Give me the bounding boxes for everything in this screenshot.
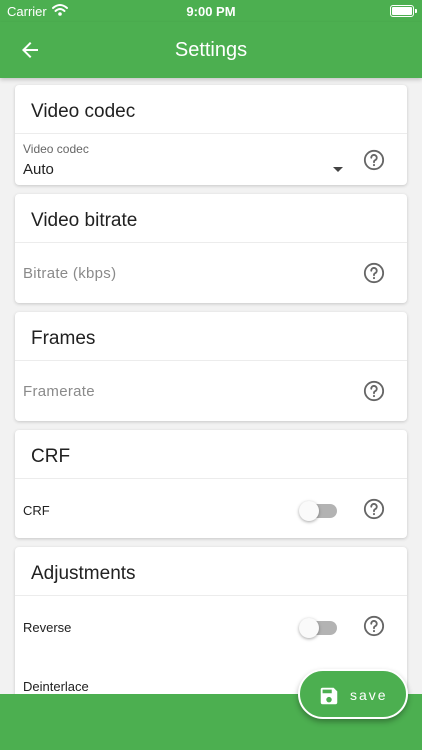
reverse-toggle[interactable] bbox=[299, 617, 337, 638]
framerate-input[interactable]: Framerate bbox=[23, 383, 95, 400]
help-circle-icon[interactable] bbox=[363, 380, 385, 402]
video-codec-value: Auto bbox=[23, 161, 54, 178]
help-circle-icon[interactable] bbox=[363, 615, 385, 637]
crf-toggle[interactable] bbox=[299, 500, 337, 521]
crf-toggle-label: CRF bbox=[23, 503, 50, 518]
video-codec-title: Video codec bbox=[15, 85, 407, 134]
frames-card: Frames Framerate bbox=[15, 312, 407, 421]
help-circle-icon[interactable] bbox=[363, 149, 385, 171]
save-button[interactable]: save bbox=[298, 669, 408, 719]
frames-title: Frames bbox=[15, 312, 407, 361]
battery-icon bbox=[390, 5, 417, 17]
video-bitrate-card: Video bitrate Bitrate (kbps) bbox=[15, 194, 407, 303]
deinterlace-label: Deinterlace bbox=[23, 679, 89, 694]
reverse-label: Reverse bbox=[23, 620, 72, 635]
page-title: Settings bbox=[174, 39, 248, 61]
status-time: 9:00 PM bbox=[186, 4, 236, 19]
app-bar: Settings bbox=[0, 22, 422, 78]
settings-list[interactable]: Video codec Video codec Auto Video bitra… bbox=[0, 78, 422, 694]
crf-card: CRF CRF bbox=[15, 430, 407, 538]
floppy-disk-icon bbox=[320, 687, 338, 705]
chevron-down-icon bbox=[333, 167, 343, 172]
status-bar: Carrier 9:00 PM bbox=[0, 0, 422, 22]
crf-title: CRF bbox=[15, 430, 407, 479]
save-label: save bbox=[350, 687, 388, 703]
video-bitrate-title: Video bitrate bbox=[15, 194, 407, 243]
help-circle-icon[interactable] bbox=[363, 262, 385, 284]
bitrate-input[interactable]: Bitrate (kbps) bbox=[23, 265, 116, 282]
help-circle-icon[interactable] bbox=[363, 498, 385, 520]
adjustments-title: Adjustments bbox=[15, 547, 407, 596]
video-codec-field-label: Video codec bbox=[23, 142, 89, 156]
video-codec-card: Video codec Video codec Auto bbox=[15, 85, 407, 185]
